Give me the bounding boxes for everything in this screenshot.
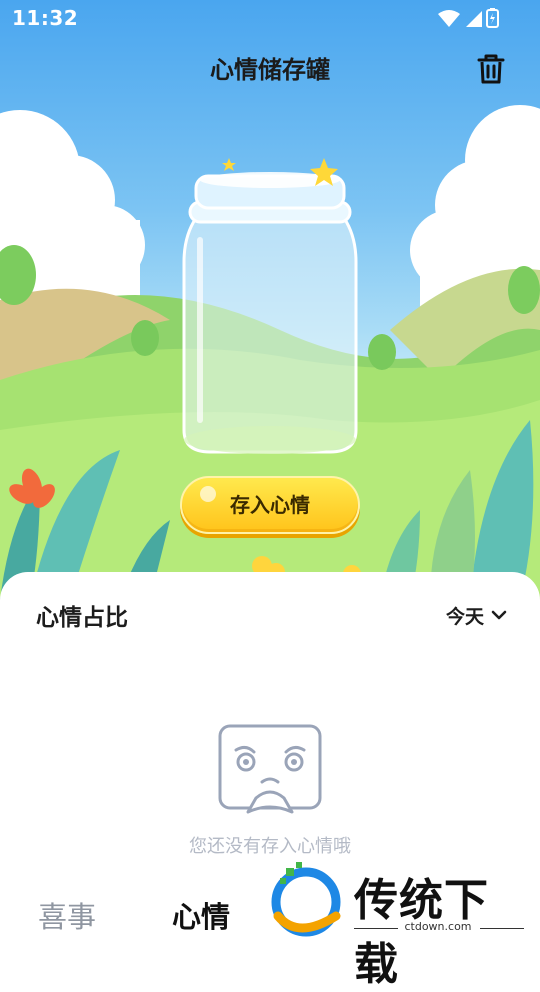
- range-dropdown[interactable]: 今天: [446, 600, 508, 630]
- panel-title: 心情占比: [36, 605, 128, 631]
- status-icons: [438, 8, 500, 28]
- sad-face-icon: [218, 724, 322, 814]
- trash-icon: [477, 54, 505, 84]
- watermark-logo-icon: [271, 862, 341, 937]
- tab-mood[interactable]: 心情: [172, 894, 230, 936]
- range-selected-value: 今天: [445, 605, 484, 628]
- store-mood-label: 存入心情: [230, 493, 310, 517]
- delete-button[interactable]: [474, 52, 508, 86]
- button-shine: [200, 486, 216, 502]
- status-time: 11:32: [12, 6, 79, 30]
- store-mood-button[interactable]: 存入心情: [180, 476, 360, 534]
- title-bar: 心情储存罐: [0, 46, 540, 90]
- page-title: 心情储存罐: [210, 56, 330, 84]
- jar-illustration: [182, 172, 358, 454]
- battery-icon: [486, 8, 499, 28]
- star-icon: [222, 158, 236, 171]
- divider: [480, 928, 524, 929]
- watermark: 传统下载 ctdown.com: [268, 860, 528, 990]
- chevron-down-icon: [491, 610, 507, 620]
- tab-joy[interactable]: 喜事: [38, 894, 96, 936]
- status-bar: 11:32: [0, 0, 540, 36]
- empty-state-message: 您还没有存入心情哦: [189, 836, 351, 857]
- watermark-url: ctdown.com: [404, 920, 472, 933]
- signal-icon: [466, 11, 482, 27]
- wifi-icon: [438, 10, 460, 27]
